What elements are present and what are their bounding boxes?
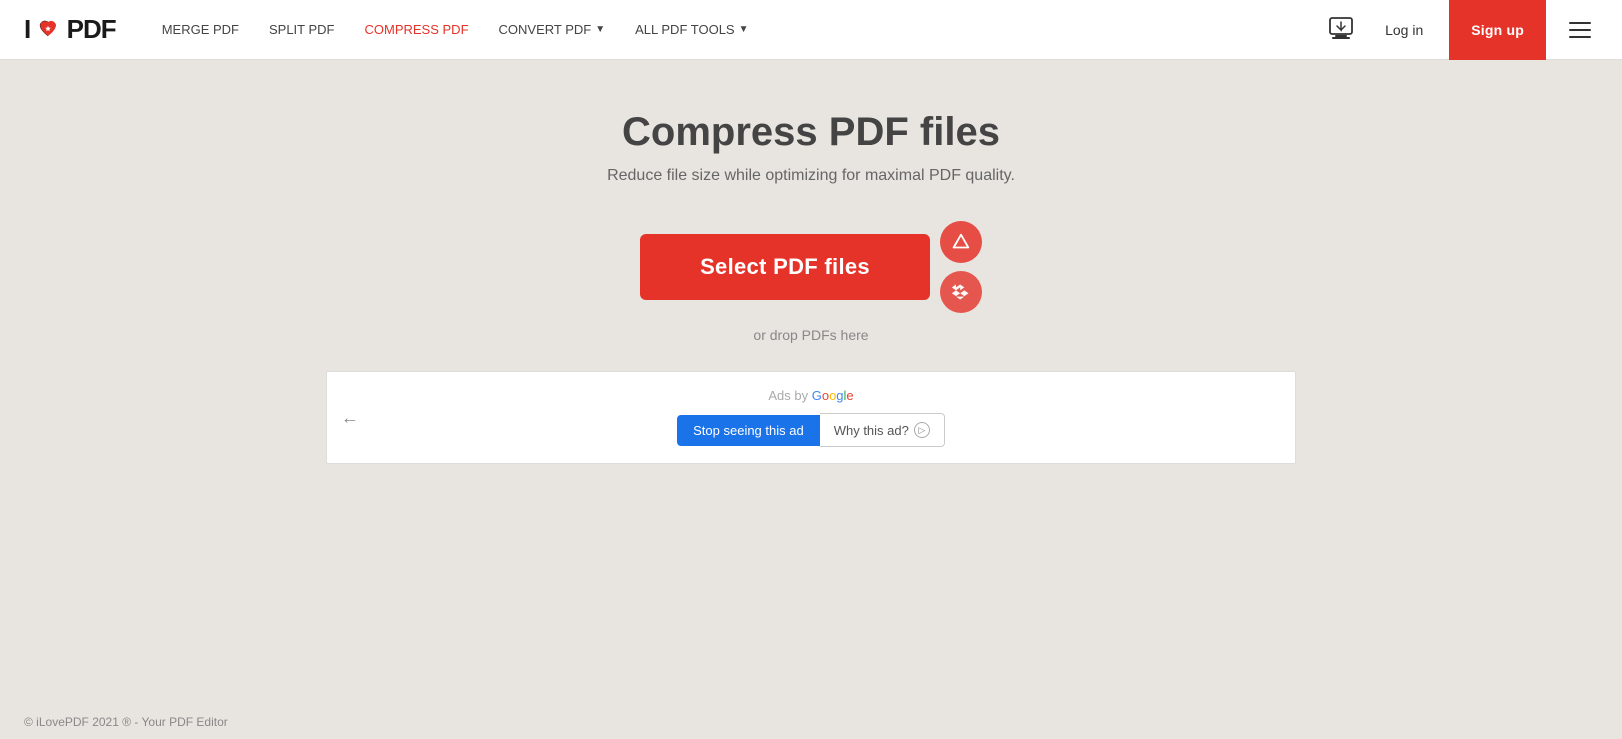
google-drive-icon[interactable] xyxy=(940,221,982,263)
ad-back-arrow-icon[interactable]: ← xyxy=(341,407,359,428)
page-subtitle: Reduce file size while optimizing for ma… xyxy=(607,167,1015,185)
header-right: Log in Sign up xyxy=(1323,0,1598,60)
nav-convert-pdf[interactable]: CONVERT PDF ▼ xyxy=(485,14,620,45)
cloud-upload-icons xyxy=(940,221,982,313)
why-ad-arrow-icon: ▷ xyxy=(914,422,930,438)
drop-text: or drop PDFs here xyxy=(753,327,868,343)
nav-merge-pdf[interactable]: MERGE PDF xyxy=(148,14,253,45)
header: I PDF MERGE PDF SPLIT PDF COMPRESS PDF C… xyxy=(0,0,1622,60)
select-pdf-button[interactable]: Select PDF files xyxy=(640,234,930,300)
google-brand-text: Google xyxy=(812,388,854,403)
all-tools-dropdown-icon: ▼ xyxy=(739,24,749,35)
upload-area: Select PDF files xyxy=(640,221,982,313)
ads-by-google-label: Ads by Google xyxy=(768,388,853,403)
page-title: Compress PDF files xyxy=(622,110,1000,155)
ad-controls: Stop seeing this ad Why this ad? ▷ xyxy=(677,413,945,447)
nav-compress-pdf[interactable]: COMPRESS PDF xyxy=(351,14,483,45)
main-content: Compress PDF files Reduce file size whil… xyxy=(0,60,1622,464)
desktop-download-icon[interactable] xyxy=(1323,12,1359,48)
nav-split-pdf[interactable]: SPLIT PDF xyxy=(255,14,349,45)
convert-dropdown-icon: ▼ xyxy=(595,24,605,35)
main-nav: MERGE PDF SPLIT PDF COMPRESS PDF CONVERT… xyxy=(148,14,1323,45)
footer: © iLovePDF 2021 ® - Your PDF Editor xyxy=(0,705,1622,739)
dropbox-icon[interactable] xyxy=(940,271,982,313)
why-this-ad-button[interactable]: Why this ad? ▷ xyxy=(820,413,945,447)
login-button[interactable]: Log in xyxy=(1375,16,1433,44)
ad-banner: ← Ads by Google Stop seeing this ad Why … xyxy=(326,371,1296,464)
copyright-text: © iLovePDF 2021 ® - Your PDF Editor xyxy=(24,715,228,729)
signup-button[interactable]: Sign up xyxy=(1449,0,1546,60)
logo-text: I PDF xyxy=(24,14,116,45)
logo[interactable]: I PDF xyxy=(24,14,116,45)
logo-heart-icon xyxy=(37,14,59,34)
hamburger-menu-icon[interactable] xyxy=(1562,12,1598,48)
nav-all-tools[interactable]: ALL PDF TOOLS ▼ xyxy=(621,14,762,45)
stop-seeing-ad-button[interactable]: Stop seeing this ad xyxy=(677,415,820,446)
